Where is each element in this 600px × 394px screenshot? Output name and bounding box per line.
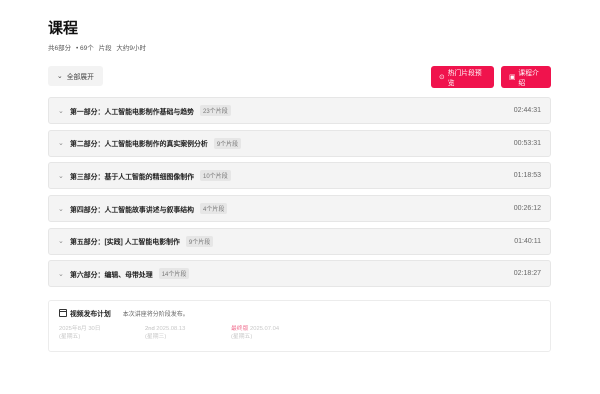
section-count: 14个片段 — [158, 268, 190, 280]
chevron-down-icon: ⌄ — [58, 107, 64, 115]
section-row[interactable]: ⌄ 第四部分：人工智能故事讲述与叙事结构 4个片段 00:26:12 — [48, 195, 551, 223]
section-name: 第四部分：人工智能故事讲述与叙事结构 — [70, 206, 195, 214]
release-weekday: (星期五) — [231, 334, 253, 341]
release-date: 2025.08.13 — [156, 326, 186, 333]
course-page: 课程 共6部分 • 69个 片段 大约9小时 ⌄ 全部展开 ⊙ 热门片段预览 ▣… — [48, 20, 551, 353]
course-intro-button[interactable]: ▣ 课程介绍 — [501, 66, 551, 88]
section-row[interactable]: ⌄ 第二部分：人工智能电影制作的真实案例分析 9个片段 00:53:31 — [48, 129, 551, 157]
expand-all-label: 全部展开 — [66, 74, 94, 81]
play-icon: ⊙ — [439, 74, 445, 81]
section-count: 10个片段 — [200, 170, 231, 182]
toolbar: ⌄ 全部展开 ⊙ 热门片段预览 ▣ 课程介绍 — [48, 66, 551, 88]
release-schedule: 2025年8月 30日 (星期五) 2nd 2025.08.13 (星期三) 最… — [59, 325, 540, 341]
section-name: 第三部分：基于人工智能的精细图像制作 — [70, 173, 195, 181]
preview-label: 热门片段预览 — [447, 70, 482, 87]
chevron-down-icon: ⌄ — [58, 140, 64, 148]
section-name: 第二部分：人工智能电影制作的真实案例分析 — [70, 141, 208, 149]
section-row[interactable]: ⌄ 第一部分：人工智能电影制作基础与趋势 23个片段 02:44:31 — [48, 97, 551, 124]
meta-count: • 69个 — [75, 45, 94, 52]
section-count: 23个片段 — [200, 105, 231, 116]
release-weekday: (星期五) — [59, 334, 81, 341]
section-duration: 02:44:31 — [513, 107, 541, 114]
section-duration: 01:40:11 — [514, 237, 541, 245]
section-count: 9个片段 — [185, 235, 214, 247]
section-row[interactable]: ⌄ 第三部分：基于人工智能的精细图像制作 10个片段 01:18:53 — [48, 162, 551, 190]
release-weekday: (星期三) — [145, 334, 167, 341]
section-duration: 00:53:31 — [513, 139, 541, 147]
chevron-down-icon: ⌄ — [58, 205, 64, 213]
calendar-icon — [59, 309, 67, 318]
release-date: 2025.07.04 — [250, 326, 280, 333]
release-item: 2nd 2025.08.13 (星期三) — [145, 325, 225, 341]
release-plan-title: 视频发布计划 — [70, 311, 111, 319]
release-plan-header: 视频发布计划 本次讲座将分阶段发布。 — [59, 308, 540, 318]
meta-parts: 共6部分 — [48, 45, 72, 52]
release-plan-desc: 本次讲座将分阶段发布。 — [122, 311, 189, 318]
section-name: 第一部分：人工智能电影制作基础与趋势 — [70, 108, 195, 116]
release-tag: 2nd — [145, 326, 155, 333]
chevron-down-icon: ⌄ — [58, 270, 64, 278]
section-row[interactable]: ⌄ 第六部分：编辑、母带处理 14个片段 02:18:27 — [48, 260, 551, 288]
release-tag: 最终版 — [231, 326, 249, 333]
chevron-down-icon: ⌄ — [58, 172, 64, 180]
release-date: 2025年8月 30日 — [59, 326, 101, 333]
section-row[interactable]: ⌄ 第五部分：[实践] 人工智能电影制作 9个片段 01:40:11 — [48, 227, 551, 255]
meta-unit: 片段 — [98, 45, 112, 52]
release-item: 最终版 2025.07.04 (星期五) — [231, 325, 311, 341]
section-list: ⌄ 第一部分：人工智能电影制作基础与趋势 23个片段 02:44:31 ⌄ 第二… — [48, 97, 551, 288]
expand-all-button[interactable]: ⌄ 全部展开 — [48, 66, 103, 86]
section-name: 第六部分：编辑、母带处理 — [70, 271, 153, 279]
chevron-down-icon: ⌄ — [58, 238, 64, 246]
section-duration: 02:18:27 — [513, 270, 541, 278]
chevron-down-icon: ⌄ — [57, 73, 63, 80]
page-title: 课程 — [48, 20, 79, 37]
course-intro-label: 课程介绍 — [518, 70, 539, 87]
section-name: 第五部分：[实践] 人工智能电影制作 — [70, 239, 180, 247]
meta-duration: 大约9小时 — [116, 45, 146, 52]
section-duration: 00:26:12 — [513, 205, 541, 213]
course-meta: 共6部分 • 69个 片段 大约9小时 — [48, 42, 551, 52]
release-item: 2025年8月 30日 (星期五) — [59, 325, 139, 341]
section-duration: 01:18:53 — [513, 172, 541, 180]
release-plan: 视频发布计划 本次讲座将分阶段发布。 2025年8月 30日 (星期五) 2nd… — [48, 300, 551, 353]
section-count: 9个片段 — [213, 137, 242, 149]
document-icon: ▣ — [509, 74, 516, 81]
preview-button[interactable]: ⊙ 热门片段预览 — [431, 66, 494, 88]
section-count: 4个片段 — [200, 203, 228, 215]
